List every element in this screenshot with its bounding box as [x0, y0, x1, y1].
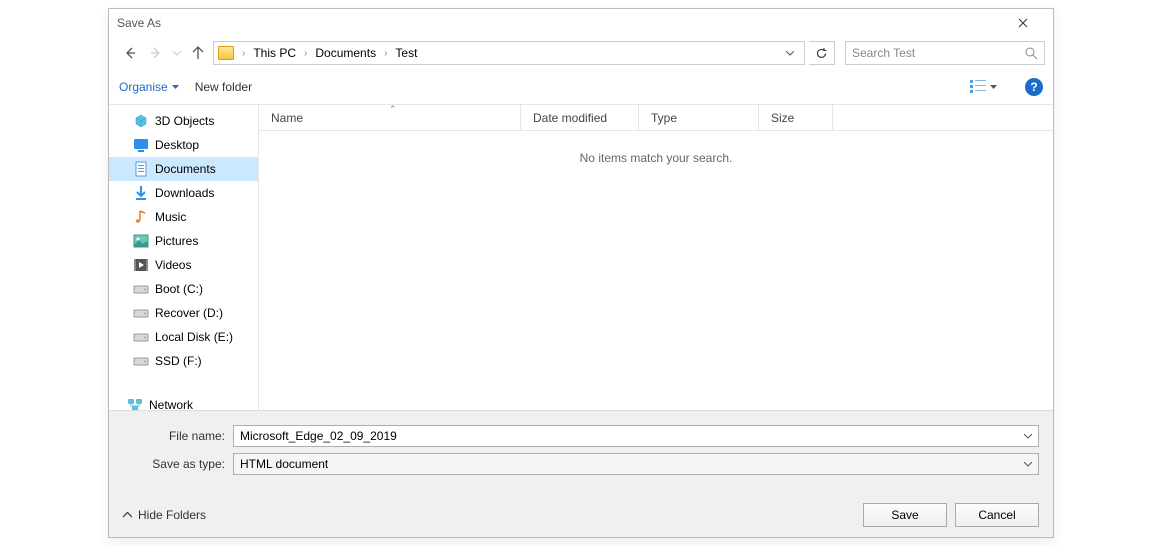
address-bar[interactable]: › This PC › Documents › Test: [213, 41, 805, 65]
drive-icon: [133, 305, 149, 321]
empty-message: No items match your search.: [259, 131, 1053, 410]
caret-down-icon: [172, 85, 179, 89]
column-date[interactable]: Date modified: [521, 105, 639, 130]
tree-item-videos[interactable]: Videos: [109, 253, 258, 277]
hide-folders-toggle[interactable]: Hide Folders: [123, 508, 206, 522]
filename-label: File name:: [123, 429, 233, 443]
chevron-down-icon: [1024, 434, 1032, 439]
search-input[interactable]: Search Test: [845, 41, 1045, 65]
tree-item-local-disk-e-[interactable]: Local Disk (E:): [109, 325, 258, 349]
sort-indicator-icon: ⌃: [389, 104, 397, 115]
download-icon: [133, 185, 149, 201]
drive-icon: [133, 329, 149, 345]
videos-icon: [133, 257, 149, 273]
tree-item-boot-c-[interactable]: Boot (C:): [109, 277, 258, 301]
column-headers: Name ⌃ Date modified Type Size: [259, 105, 1053, 131]
filename-dropdown[interactable]: [1024, 434, 1032, 439]
organise-menu[interactable]: Organise: [119, 80, 179, 94]
bottom-panel: File name: Microsoft_Edge_02_09_2019 Sav…: [109, 410, 1053, 537]
action-row: Hide Folders Save Cancel: [123, 503, 1039, 527]
tree-item-network[interactable]: Network: [109, 393, 258, 410]
savetype-select[interactable]: HTML document: [233, 453, 1039, 475]
new-folder-button[interactable]: New folder: [195, 80, 252, 94]
file-list-area: Name ⌃ Date modified Type Size No items …: [259, 105, 1053, 410]
search-icon: [1025, 47, 1038, 60]
column-name[interactable]: Name ⌃: [259, 105, 521, 130]
tree-item-music[interactable]: Music: [109, 205, 258, 229]
filename-row: File name: Microsoft_Edge_02_09_2019: [123, 425, 1039, 447]
help-button[interactable]: ?: [1025, 78, 1043, 96]
breadcrumb-documents[interactable]: Documents: [311, 44, 380, 62]
breadcrumb-test[interactable]: Test: [391, 44, 421, 62]
window-title: Save As: [117, 16, 1001, 30]
search-placeholder: Search Test: [852, 46, 1025, 60]
forward-button[interactable]: [145, 42, 167, 64]
tree-item-recover-d-[interactable]: Recover (D:): [109, 301, 258, 325]
arrow-left-icon: [123, 46, 137, 60]
caret-down-icon: [990, 85, 997, 89]
close-icon: [1018, 18, 1028, 28]
folder-icon: [218, 46, 234, 60]
nav-row: › This PC › Documents › Test Search Test: [109, 37, 1053, 69]
body: 3D ObjectsDesktopDocumentsDownloadsMusic…: [109, 105, 1053, 410]
savetype-row: Save as type: HTML document: [123, 453, 1039, 475]
pictures-icon: [133, 233, 149, 249]
save-button[interactable]: Save: [863, 503, 947, 527]
chevron-right-icon: ›: [240, 48, 247, 59]
doc-icon: [133, 161, 149, 177]
tree-item-pictures[interactable]: Pictures: [109, 229, 258, 253]
drive-icon: [133, 353, 149, 369]
desktop-icon: [133, 137, 149, 153]
column-type[interactable]: Type: [639, 105, 759, 130]
tree-item-documents[interactable]: Documents: [109, 157, 258, 181]
close-button[interactable]: [1001, 9, 1045, 37]
nav-tree[interactable]: 3D ObjectsDesktopDocumentsDownloadsMusic…: [109, 105, 259, 410]
filename-input[interactable]: Microsoft_Edge_02_09_2019: [233, 425, 1039, 447]
tree-item-desktop[interactable]: Desktop: [109, 133, 258, 157]
back-button[interactable]: [119, 42, 141, 64]
chevron-right-icon: ›: [302, 48, 309, 59]
view-grid-icon: [970, 80, 986, 94]
savetype-dropdown[interactable]: [1024, 462, 1032, 467]
address-dropdown[interactable]: [780, 51, 800, 56]
refresh-button[interactable]: [809, 41, 835, 65]
cancel-button[interactable]: Cancel: [955, 503, 1039, 527]
toolbar: Organise New folder ?: [109, 69, 1053, 105]
save-as-dialog: Save As › This PC › Documents › Test: [108, 8, 1054, 538]
drive-icon: [133, 281, 149, 297]
breadcrumb-this-pc[interactable]: This PC: [249, 44, 300, 62]
chevron-down-icon: [173, 51, 181, 56]
chevron-up-icon: [123, 512, 132, 518]
tree-item-3d-objects[interactable]: 3D Objects: [109, 109, 258, 133]
up-button[interactable]: [187, 42, 209, 64]
chevron-down-icon: [1024, 462, 1032, 467]
cube-icon: [133, 113, 149, 129]
recent-dropdown[interactable]: [171, 42, 183, 64]
arrow-right-icon: [149, 46, 163, 60]
column-size[interactable]: Size: [759, 105, 833, 130]
tree-item-ssd-f-[interactable]: SSD (F:): [109, 349, 258, 373]
chevron-down-icon: [786, 51, 794, 56]
network-icon: [127, 397, 143, 410]
chevron-right-icon: ›: [382, 48, 389, 59]
arrow-up-icon: [191, 46, 205, 60]
savetype-label: Save as type:: [123, 457, 233, 471]
music-icon: [133, 209, 149, 225]
tree-item-downloads[interactable]: Downloads: [109, 181, 258, 205]
title-bar: Save As: [109, 9, 1053, 37]
view-options-button[interactable]: [970, 80, 997, 94]
refresh-icon: [815, 47, 828, 60]
